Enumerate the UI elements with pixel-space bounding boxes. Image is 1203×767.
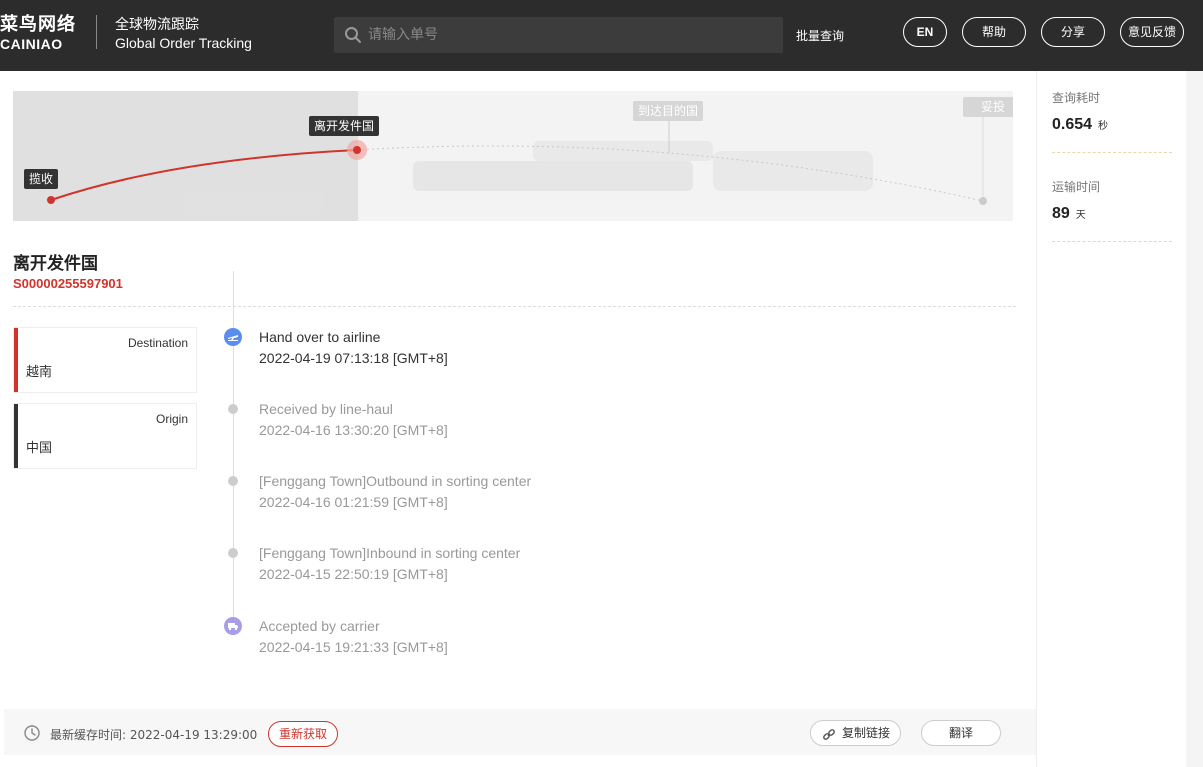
title-en: Global Order Tracking [115, 35, 252, 51]
transit-time-unit: 天 [1075, 210, 1086, 221]
cache-footer: 最新缓存时间: 2022-04-19 13:29:00 重新获取 复制链接 翻译 [4, 709, 1041, 755]
translate-button[interactable]: 翻译 [921, 720, 1001, 746]
clock-icon [23, 724, 41, 746]
route-svg [47, 117, 987, 216]
event-desc: [Fenggang Town]Inbound in sorting center [259, 545, 521, 561]
stat-divider [1052, 241, 1172, 242]
plane-icon [224, 328, 242, 346]
origin-label: Origin [155, 412, 188, 426]
event-desc: Hand over to airline [259, 329, 381, 345]
stage-pickup-tag: 揽收 [24, 169, 59, 189]
copy-link-button[interactable]: 复制链接 [810, 720, 901, 746]
stage-delivered-tag: 妥投 [963, 97, 1013, 117]
copy-link-label: 复制链接 [842, 726, 891, 740]
title-cn: 全球物流跟踪 [115, 17, 199, 33]
logo-cn: 菜鸟网络 [0, 14, 76, 35]
search-icon[interactable] [344, 26, 362, 48]
transit-time-label: 运输时间 [1052, 180, 1101, 194]
origin-accent-bar [14, 404, 18, 468]
destination-accent-bar [14, 328, 18, 392]
language-button[interactable]: EN [903, 17, 947, 47]
truck-icon [224, 617, 242, 635]
batch-query-link[interactable]: 批量查询 [796, 27, 844, 44]
feedback-button[interactable]: 意见反馈 [1120, 17, 1184, 47]
origin-value: 中国 [26, 441, 53, 456]
current-point [353, 146, 361, 154]
event-time: 2022-04-15 22:50:19 [GMT+8] [259, 566, 448, 582]
origin-card: Origin 中国 [13, 403, 197, 469]
stage-departed-tag: 离开发件国 [309, 116, 380, 136]
route-map: 揽收 离开发件国 到达目的国 妥投 [13, 91, 1013, 221]
transit-time-value-row: 89 天 [1052, 205, 1172, 223]
destination-value: 越南 [26, 365, 53, 380]
query-time-value: 0.654 [1052, 116, 1093, 133]
dot-icon [228, 404, 238, 414]
search-input[interactable] [368, 17, 768, 53]
share-button[interactable]: 分享 [1041, 17, 1105, 47]
query-time-value-row: 0.654 秒 [1052, 116, 1172, 134]
refetch-button[interactable]: 重新获取 [268, 721, 338, 747]
event-time: 2022-04-15 19:21:33 [GMT+8] [259, 639, 448, 655]
event-desc: Accepted by carrier [259, 618, 380, 634]
link-icon [822, 726, 836, 750]
deliver-point [979, 197, 987, 205]
cainiao-logo[interactable]: 菜鸟网络 CAINIAO [0, 14, 76, 52]
query-time-stat: 查询耗时 0.654 秒 [1052, 89, 1172, 153]
event-time: 2022-04-16 13:30:20 [GMT+8] [259, 422, 448, 438]
logo-divider [96, 15, 97, 49]
dot-icon [228, 548, 238, 558]
tracking-number[interactable]: S00000255597901 [13, 276, 123, 291]
top-header: 菜鸟网络 CAINIAO 全球物流跟踪 Global Order Trackin… [0, 0, 1203, 71]
world-dots [183, 141, 873, 216]
event-desc: Received by line-haul [259, 401, 393, 417]
stats-panel: 查询耗时 0.654 秒 运输时间 89 天 [1036, 71, 1186, 767]
query-time-unit: 秒 [1098, 121, 1109, 132]
logo-en: CAINIAO [0, 36, 63, 52]
brand-subtitle: 全球物流跟踪 Global Order Tracking [115, 16, 252, 52]
query-time-label: 查询耗时 [1052, 91, 1101, 105]
dot-icon [228, 476, 238, 486]
main-panel: 揽收 离开发件国 到达目的国 妥投 离开发件国 S00000255597901 … [0, 71, 1036, 767]
event-desc: [Fenggang Town]Outbound in sorting cente… [259, 473, 532, 489]
status-title: 离开发件国 [13, 254, 98, 274]
divider [13, 306, 1016, 307]
transit-time-stat: 运输时间 89 天 [1052, 178, 1172, 242]
timeline-line [233, 271, 234, 621]
stage-arrived-tag: 到达目的国 [633, 101, 704, 121]
help-button[interactable]: 帮助 [962, 17, 1026, 47]
transit-time-value: 89 [1052, 205, 1070, 222]
stat-divider [1052, 152, 1172, 153]
event-time: 2022-04-19 07:13:18 [GMT+8] [259, 350, 448, 366]
destination-card: Destination 越南 [13, 327, 197, 393]
destination-label: Destination [127, 336, 188, 350]
cache-time-text: 最新缓存时间: 2022-04-19 13:29:00 [50, 728, 258, 742]
event-time: 2022-04-16 01:21:59 [GMT+8] [259, 494, 448, 510]
origin-point [47, 196, 55, 204]
search-box [334, 17, 783, 53]
